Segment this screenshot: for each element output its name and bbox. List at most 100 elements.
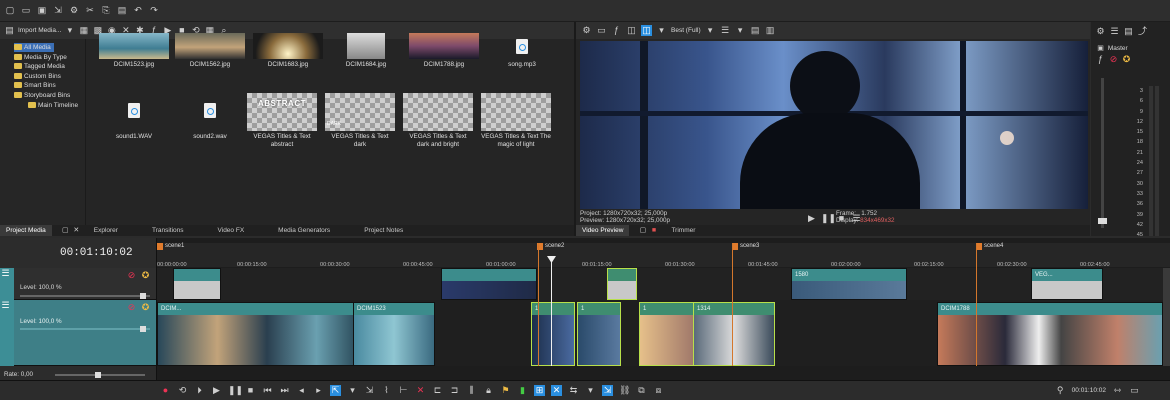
tab-explorer[interactable]: Explorer — [88, 225, 124, 236]
media-tile[interactable]: sound2.wav — [175, 93, 245, 141]
mute-icon[interactable]: ⊘ — [126, 302, 137, 313]
media-tile[interactable]: DCIM1788.jpg — [409, 33, 479, 69]
go-to-start-icon[interactable]: ⏮ — [262, 385, 273, 396]
clip[interactable]: 1580 — [791, 268, 907, 300]
envelope-tool-icon[interactable]: ⌇ — [381, 385, 392, 396]
next-frame-icon[interactable]: ▸ — [313, 385, 324, 396]
clip[interactable] — [173, 268, 221, 300]
ripple-edit-icon[interactable]: ⇆ — [568, 385, 579, 396]
marker-insert-icon[interactable]: ⚑ — [500, 385, 511, 396]
media-tile[interactable]: sound1.WAV — [99, 93, 169, 141]
fader-knob[interactable] — [1098, 218, 1107, 224]
new-file-icon[interactable]: ▢ — [4, 5, 16, 16]
media-tile[interactable]: VEGAS Titles & Text dark and bright — [403, 93, 473, 149]
stop-icon[interactable]: ■ — [245, 385, 256, 396]
video-track-1[interactable]: 1580 VEG... — [157, 268, 1163, 300]
previous-frame-icon[interactable]: ◂ — [296, 385, 307, 396]
clip[interactable]: 1314 — [693, 302, 775, 366]
save-icon[interactable]: ▣ — [36, 5, 48, 16]
slider-knob[interactable] — [140, 326, 146, 332]
media-tile[interactable]: ABSTRACT VEGAS Titles & Text abstract — [247, 93, 317, 149]
preview-quality-icon[interactable]: ◫ — [641, 25, 652, 36]
dropdown-arrow-icon[interactable]: ▾ — [656, 25, 667, 36]
send-icon[interactable]: ⤴ — [1137, 26, 1148, 37]
import-media-icon[interactable]: ▤ — [4, 25, 15, 36]
mute-icon[interactable]: ⊘ — [1108, 54, 1119, 65]
close-icon[interactable]: ✕ — [71, 225, 82, 236]
marker-scene1[interactable]: scene1 — [157, 243, 184, 250]
zoom-slider-icon[interactable]: ⇿ — [1112, 385, 1123, 396]
marker-scene3[interactable]: scene3 — [732, 243, 759, 250]
cut-icon[interactable]: ✂ — [84, 5, 96, 16]
tab-video-fx[interactable]: Video FX — [212, 225, 251, 236]
clip[interactable]: DCIM1523 — [353, 302, 435, 366]
snapping-icon[interactable]: ⊞ — [534, 385, 545, 396]
lock-envelopes-icon[interactable]: ⇲ — [602, 385, 613, 396]
dropdown-arrow-icon[interactable]: ▾ — [585, 385, 596, 396]
dropdown-arrow-icon[interactable]: ▾ — [64, 25, 75, 36]
fader-track[interactable] — [1101, 78, 1104, 228]
expand-icon[interactable]: ▭ — [1129, 385, 1140, 396]
clip[interactable] — [441, 268, 537, 300]
slider-knob[interactable] — [140, 293, 146, 299]
tab-video-preview[interactable]: Video Preview — [576, 225, 630, 236]
create-group-icon[interactable]: ⧉ — [636, 385, 647, 396]
marker-scene2[interactable]: scene2 — [537, 243, 564, 250]
region-icon[interactable]: ▮ — [517, 385, 528, 396]
save-snapshot-icon[interactable]: ▥ — [765, 25, 776, 36]
tab-project-notes[interactable]: Project Notes — [358, 225, 409, 236]
render-icon[interactable]: ⇲ — [52, 5, 64, 16]
play-icon[interactable]: ▶ — [211, 385, 222, 396]
marker-scene4[interactable]: scene4 — [976, 243, 1003, 250]
paste-icon[interactable]: ▤ — [116, 5, 128, 16]
maximize-icon[interactable]: ▢ — [637, 225, 648, 236]
rate-slider[interactable] — [55, 372, 145, 378]
play-from-start-icon[interactable]: ⏵ — [194, 385, 205, 396]
trim-start-icon[interactable]: ⊏ — [432, 385, 443, 396]
open-folder-icon[interactable]: ▭ — [20, 5, 32, 16]
lock-icon[interactable]: 🔒︎ — [483, 385, 494, 396]
clip[interactable]: DCIM1788 — [937, 302, 1163, 366]
vertical-scrollbar[interactable] — [1163, 268, 1170, 366]
ungroup-icon[interactable]: ⧈ — [653, 385, 664, 396]
loop-icon[interactable]: ⟲ — [177, 385, 188, 396]
track-header-video-2[interactable]: ☰ ⊘ ✪ Level: 100,0 % — [0, 300, 156, 366]
split-icon[interactable]: ⫼ — [466, 385, 477, 396]
preview-quality-select[interactable]: Best (Full) — [671, 27, 701, 34]
fx-icon[interactable]: ƒ — [1095, 54, 1106, 65]
tab-transitions[interactable]: Transitions — [146, 225, 190, 236]
trim-icon[interactable]: ⊢ — [398, 385, 409, 396]
clip[interactable]: 1 — [639, 302, 695, 366]
clip[interactable]: DCIM... — [157, 302, 357, 366]
go-to-end-icon[interactable]: ⏭ — [279, 385, 290, 396]
import-media-button[interactable]: Import Media... — [18, 27, 61, 34]
track-header-video-1[interactable]: ☰ ⊘ ✪ Level: 100,0 % — [0, 268, 156, 300]
tab-project-media[interactable]: Project Media — [0, 225, 52, 236]
tree-item-all-media[interactable]: All Media — [14, 43, 54, 52]
split-screen-icon[interactable]: ◫ — [626, 25, 637, 36]
media-tile[interactable]: VEGAS Titles & Text The magic of light — [481, 93, 551, 149]
solo-icon[interactable]: ✪ — [140, 270, 151, 281]
capture-icon[interactable]: ▦ — [78, 25, 89, 36]
mixer-icon[interactable]: ☰ — [1109, 26, 1120, 37]
preview-device-icon[interactable]: ▭ — [596, 25, 607, 36]
tree-item-tagged-media[interactable]: Tagged Media — [14, 62, 65, 71]
menu-icon[interactable]: ☰ — [0, 300, 11, 311]
maximize-icon[interactable]: ▢ — [60, 225, 71, 236]
copy-icon[interactable]: ⎘ — [100, 5, 112, 16]
trim-end-icon[interactable]: ⊐ — [449, 385, 460, 396]
tree-item-custom-bins[interactable]: Custom Bins — [14, 72, 61, 81]
ignore-grouping-icon[interactable]: ⛓ — [619, 385, 630, 396]
playhead-cursor[interactable] — [551, 256, 552, 366]
tree-item-media-by-type[interactable]: Media By Type — [14, 53, 67, 62]
overlays-icon[interactable]: ☰ — [720, 25, 731, 36]
slider-knob[interactable] — [95, 372, 101, 378]
timeline-ruler[interactable]: scene1 scene2 scene3 scene4 00:00:00:00 … — [157, 243, 1170, 268]
normal-edit-tool-icon[interactable]: ⇱ — [330, 385, 341, 396]
clip[interactable] — [607, 268, 637, 300]
media-tile[interactable]: DCIM1684.jpg — [331, 33, 401, 69]
media-tile[interactable]: song.mp3 — [487, 33, 557, 69]
dropdown-arrow-icon[interactable]: ▾ — [705, 25, 716, 36]
solo-icon[interactable]: ✪ — [1121, 54, 1132, 65]
track-level-slider[interactable] — [20, 326, 150, 332]
